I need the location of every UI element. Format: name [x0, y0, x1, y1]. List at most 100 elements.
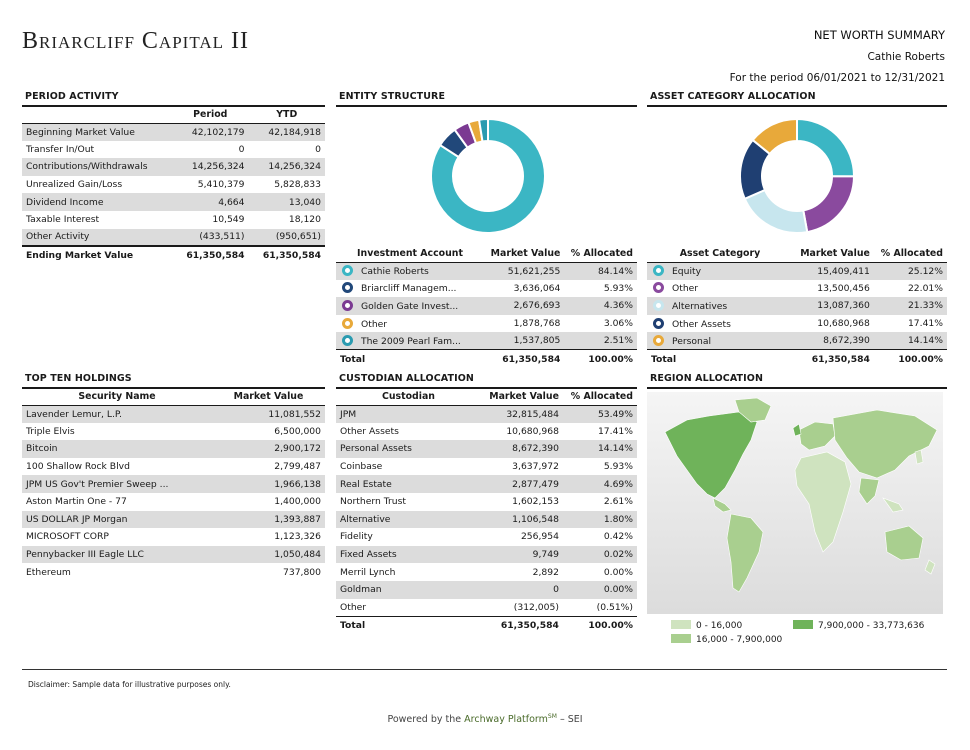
table-row: Other 13,500,456 22.01% — [647, 280, 947, 298]
table-row: Personal Assets 8,672,390 14.14% — [336, 440, 637, 458]
footer-divider — [22, 669, 947, 670]
table-row: Goldman 0 0.00% — [336, 580, 637, 599]
legend-ring-icon — [653, 282, 664, 294]
table-row: Lavender Lemur, L.P. 11,081,552 — [22, 405, 325, 423]
period-activity-panel: PERIOD ACTIVITY Period YTD Beginning Mar… — [22, 91, 325, 264]
col-investment-account: Investment Account — [336, 246, 484, 263]
legend-item-low: 0 - 16,000 — [671, 620, 742, 631]
col-custodian: Custodian — [336, 389, 481, 406]
asset-allocation-panel: ASSET CATEGORY ALLOCATION Asset Category… — [647, 91, 947, 368]
asset-donut-chart — [739, 117, 856, 234]
region-legend: 0 - 16,000 16,000 - 7,900,000 7,900,000 … — [647, 618, 947, 648]
table-row: Unrealized Gain/Loss 5,410,379 5,828,833 — [26, 179, 321, 191]
table-row: Dividend Income 4,664 13,040 — [22, 193, 325, 211]
col-market-value: Market Value — [212, 389, 325, 406]
col-period: Period — [172, 107, 249, 124]
legend-ring-icon — [653, 334, 664, 346]
asset-allocation-title: ASSET CATEGORY ALLOCATION — [647, 91, 947, 107]
table-row: Equity 15,409,411 25.12% — [647, 262, 947, 280]
table-row: The 2009 Pearl Fam... 1,537,805 2.51% — [336, 332, 637, 350]
platform-brand: Archway Platform — [464, 714, 548, 726]
table-row: Transfer In/Out 0 0 — [26, 143, 321, 155]
custodian-title: CUSTODIAN ALLOCATION — [336, 373, 637, 389]
table-row: Personal 8,672,390 14.14% — [647, 332, 947, 350]
legend-ring-icon — [342, 265, 353, 277]
table-row: Alternative 1,106,548 1.80% — [336, 510, 637, 529]
table-row: Taxable Interest 10,549 18,120 — [26, 214, 321, 226]
table-row: US DOLLAR JP Morgan 1,393,887 — [22, 510, 325, 529]
table-row: Northern Trust 1,602,153 2.61% — [340, 496, 633, 508]
col-market-value: Market Value — [484, 246, 565, 263]
total-row: Total 61,350,584 100.00% — [336, 349, 637, 368]
col-allocated: % Allocated — [564, 246, 637, 263]
asset-table: Asset Category Market Value % Allocated … — [647, 246, 947, 368]
table-row: Golden Gate Invest... 2,676,693 4.36% — [336, 297, 637, 315]
custodian-table: Custodian Market Value % Allocated JPM 32… — [336, 389, 637, 634]
legend-item-high: 7,900,000 - 33,773,636 — [793, 620, 924, 631]
table-row: Fidelity 256,954 0.42% — [340, 531, 633, 543]
col-security-name: Security Name — [22, 389, 212, 406]
period-activity-table: Period YTD Beginning Market Value 42,102,… — [22, 107, 325, 264]
col-allocated: % Allocated — [562, 389, 637, 406]
table-row: Pennybacker III Eagle LLC 1,050,484 — [22, 545, 325, 564]
disclaimer: Disclaimer: Sample data for illustrative… — [28, 680, 231, 689]
col-ytd: YTD — [248, 107, 325, 124]
top-holdings-title: TOP TEN HOLDINGS — [22, 373, 325, 389]
legend-swatch — [671, 634, 691, 643]
custodian-panel: CUSTODIAN ALLOCATION Custodian Market Va… — [336, 373, 637, 634]
legend-ring-icon — [342, 334, 353, 346]
table-row: Bitcoin 2,900,172 — [22, 440, 325, 458]
col-asset-category: Asset Category — [647, 246, 793, 263]
table-row: Alternatives 13,087,360 21.33% — [647, 297, 947, 315]
col-market-value: Market Value — [793, 246, 874, 263]
table-row: Merril Lynch 2,892 0.00% — [340, 566, 633, 578]
report-period: For the period 06/01/2021 to 12/31/2021 — [729, 72, 945, 84]
donut-slice — [743, 188, 809, 234]
ending-row: Ending Market Value 61,350,584 61,350,584 — [22, 245, 325, 264]
world-map — [647, 392, 943, 614]
table-row: Aston Martin One - 77 1,400,000 — [26, 496, 321, 508]
legend-ring-icon — [342, 317, 353, 329]
donut-slice — [796, 117, 855, 178]
total-row: Total 61,350,584 100.00% — [647, 349, 947, 368]
legend-item-mid: 16,000 - 7,900,000 — [671, 634, 782, 645]
total-row: Total 61,350,584 100.00% — [336, 615, 637, 634]
table-row: Other 1,878,768 3.06% — [336, 315, 637, 333]
entity-structure-title: ENTITY STRUCTURE — [336, 91, 637, 107]
legend-ring-icon — [653, 299, 664, 311]
legend-ring-icon — [342, 282, 353, 294]
donut-slice — [802, 175, 856, 234]
table-row: JPM US Gov't Premier Sweep ... 1,966,138 — [22, 475, 325, 493]
table-row: Other Assets 10,680,968 17.41% — [340, 425, 633, 437]
table-row: Real Estate 2,877,479 4.69% — [336, 475, 637, 493]
legend-ring-icon — [342, 299, 353, 311]
table-row: Other (312,005) (0.51%) — [340, 601, 633, 613]
footer: Powered by the Archway PlatformSM – SEI — [387, 713, 583, 726]
entity-structure-panel: ENTITY STRUCTURE Investment Account Mark… — [336, 91, 637, 368]
table-row: JPM 32,815,484 53.49% — [336, 405, 637, 423]
legend-swatch — [671, 620, 691, 629]
legend-ring-icon — [653, 317, 664, 329]
table-row: MICROSOFT CORP 1,123,326 — [26, 531, 321, 543]
entity-table: Investment Account Market Value % Alloca… — [336, 246, 637, 368]
col-market-value: Market Value — [481, 389, 563, 406]
legend-swatch — [793, 620, 813, 629]
table-row: Cathie Roberts 51,621,255 84.14% — [336, 262, 637, 280]
col-allocated: % Allocated — [873, 246, 947, 263]
table-row: Fixed Assets 9,749 0.02% — [336, 545, 637, 564]
legend-ring-icon — [653, 265, 664, 277]
table-row: Coinbase 3,637,972 5.93% — [340, 461, 633, 473]
table-row: Beginning Market Value 42,102,179 42,184,9… — [22, 123, 325, 141]
page-title: NET WORTH SUMMARY — [813, 28, 945, 42]
top-holdings-panel: TOP TEN HOLDINGS Security Name Market Va… — [22, 373, 325, 581]
brand-logo: Briarcliff Capital II — [22, 28, 249, 54]
region-panel: REGION ALLOCATION 0 - 16,000 16,000 - 7,… — [647, 373, 947, 648]
table-row: Other Assets 10,680,968 17.41% — [647, 315, 947, 333]
table-row: 100 Shallow Rock Blvd 2,799,487 — [26, 461, 321, 473]
client-name: Cathie Roberts — [867, 51, 945, 63]
table-row: Briarcliff Managem... 3,636,064 5.93% — [336, 280, 637, 298]
table-row: Ethereum 737,800 — [26, 566, 321, 578]
table-row: Contributions/Withdrawals 14,256,324 14,25… — [22, 158, 325, 176]
period-activity-title: PERIOD ACTIVITY — [22, 91, 325, 107]
entity-donut-chart — [430, 117, 546, 234]
